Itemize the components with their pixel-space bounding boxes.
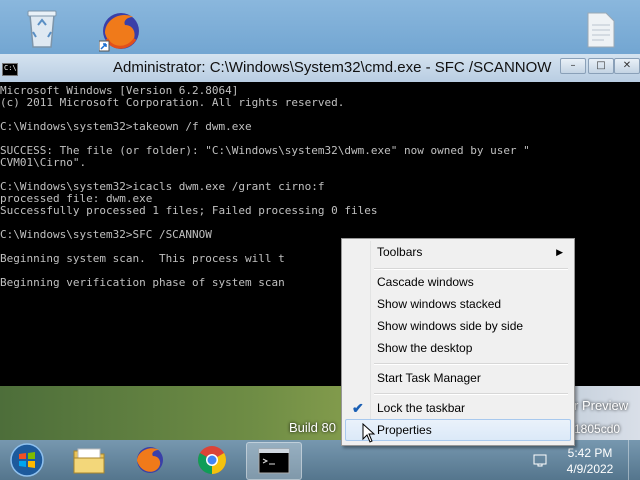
recycle-bin-icon[interactable] [22,6,62,50]
menu-item-label: Show the desktop [377,341,473,355]
menu-item-start-task-manager[interactable]: Start Task Manager [345,367,571,389]
menu-separator [374,268,568,270]
menu-item-label: Cascade windows [377,275,474,289]
explorer-icon[interactable] [63,442,115,478]
document-icon[interactable] [584,10,618,50]
console-line: Beginning system scan. This process will… [0,252,285,265]
cmd-icon[interactable] [246,442,302,480]
taskbar-context-menu[interactable]: Toolbars ▶ Cascade windows Show windows … [341,238,575,446]
clock-time[interactable]: 5:42 PM [555,446,625,460]
window-titlebar[interactable]: C:\ Administrator: C:\Windows\System32\c… [0,54,640,82]
firefox-shortcut-icon[interactable] [98,8,144,54]
console-line: CVM01\Cirno". [0,156,87,169]
show-desktop-button[interactable] [628,440,640,480]
menu-separator [374,393,568,395]
menu-item-show-windows-stacked[interactable]: Show windows stacked [345,293,571,315]
menu-item-label: Show windows stacked [377,297,502,311]
action-center-icon[interactable] [530,442,550,478]
checkmark-icon: ✔ [352,400,364,416]
menu-item-properties[interactable]: Properties [345,419,571,441]
menu-item-label: Start Task Manager [377,371,481,385]
menu-item-toolbars[interactable]: Toolbars ▶ [345,241,571,263]
console-line: (c) 2011 Microsoft Corporation. All righ… [0,96,345,109]
start-orb-icon[interactable] [2,442,52,478]
console-line: Successfully processed 1 files; Failed p… [0,204,378,217]
minimize-button[interactable]: – [560,58,586,74]
menu-item-label: Properties [377,423,432,437]
watermark-hash-text: 1805cd0 [574,422,621,436]
menu-item-show-windows-side-by-side[interactable]: Show windows side by side [345,315,571,337]
maximize-button[interactable]: □ [588,58,614,74]
close-button[interactable]: ✕ [614,58,640,74]
console-line: C:\Windows\system32>SFC /SCANNOW [0,228,212,241]
window-title: Administrator: C:\Windows\System32\cmd.e… [113,59,552,76]
menu-item-show-the-desktop[interactable]: Show the desktop [345,337,571,359]
menu-item-label: Lock the taskbar [377,401,466,415]
menu-separator [374,363,568,365]
menu-item-label: Show windows side by side [377,319,524,333]
chrome-icon[interactable] [186,442,238,478]
firefox-icon[interactable] [124,442,176,478]
submenu-arrow-icon: ▶ [556,247,563,257]
console-line: C:\Windows\system32>takeown /f dwm.exe [0,120,252,133]
cmd-window-icon[interactable]: C:\ [2,63,18,76]
mouse-pointer-icon [362,422,376,447]
watermark-build-text: Build 80 [289,420,336,435]
menu-item-lock-the-taskbar[interactable]: ✔ Lock the taskbar [345,397,571,419]
clock-date[interactable]: 4/9/2022 [555,462,625,476]
menu-item-cascade-windows[interactable]: Cascade windows [345,271,571,293]
console-line: Beginning verification phase of system s… [0,276,285,289]
watermark-preview-text: r Preview [574,398,629,413]
taskbar[interactable]: 5:42 PM 4/9/2022 [0,440,640,480]
menu-item-label: Toolbars [377,245,423,259]
